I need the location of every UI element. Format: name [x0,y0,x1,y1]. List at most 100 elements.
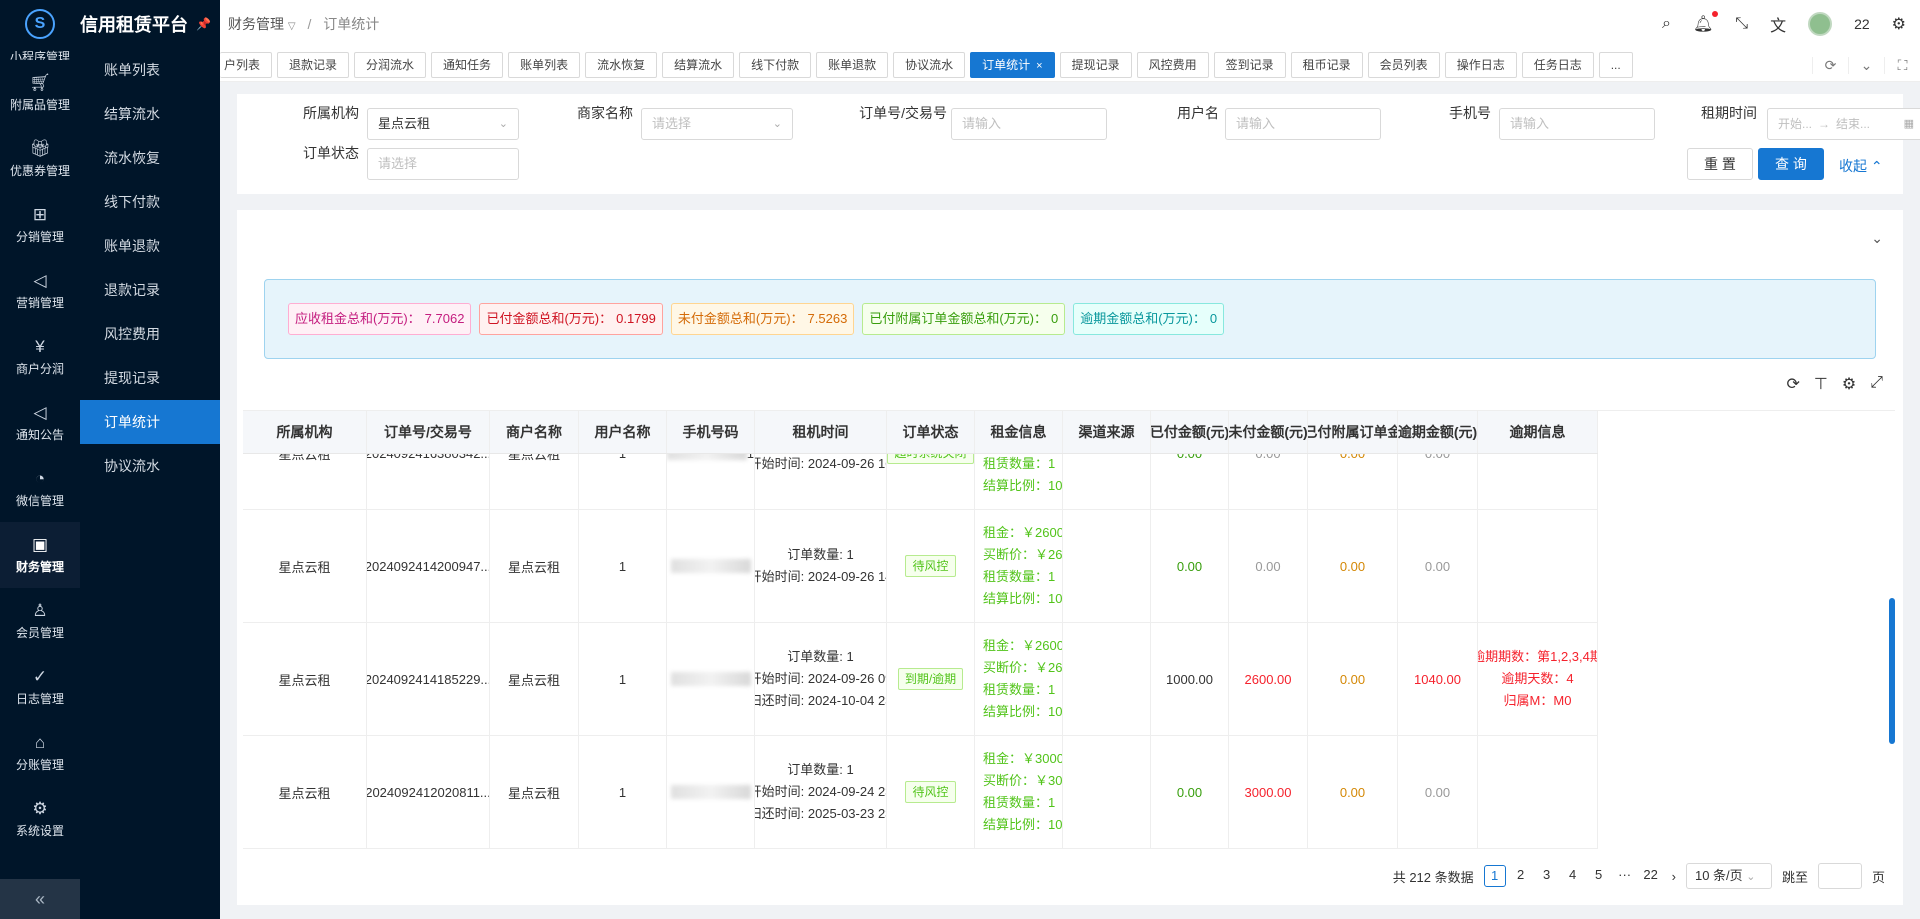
tab-item[interactable]: 线下付款 [739,51,812,78]
sidebar-item-2[interactable]: 🛒︎ 附属品管理 [0,60,80,126]
sidebar-item-1[interactable]: 小程序管理 [0,48,80,60]
tab-item[interactable]: 流水恢复 [585,51,658,78]
column-header[interactable]: 订单号/交易号 [367,411,490,453]
subnav-item[interactable]: 账单列表 [80,48,220,92]
column-header[interactable]: 逾期金额(元) [1398,411,1478,453]
sidebar-item-12[interactable]: ⌂ 分账管理 [0,720,80,786]
subnav-item[interactable]: 退款记录 [80,268,220,312]
column-header[interactable]: 订单状态 [887,411,975,453]
tab-item[interactable]: 分润流水 [354,51,427,78]
pin-icon[interactable]: 📌 [196,17,211,31]
collapse-filters-link[interactable]: 收起 ⌃ [1839,156,1883,176]
logo-icon: S [25,9,55,39]
next-page-button[interactable]: › [1672,869,1676,884]
sidebar-item-3[interactable]: 🎁︎ 优惠券管理 [0,126,80,192]
fullscreen-icon[interactable]: ⤡ [1735,15,1748,33]
subnav-item[interactable]: 订单统计 [80,400,220,444]
page-number[interactable]: 4 [1562,865,1584,887]
tab-item[interactable]: 账单退款 [816,51,889,78]
tab-item[interactable]: 退款记录 [277,51,350,78]
page-number[interactable]: 2 [1510,865,1532,887]
subnav-item[interactable]: 提现记录 [80,356,220,400]
status-select[interactable]: 请选择 [367,148,519,180]
sidebar-item-9[interactable]: ▣ 财务管理 [0,522,80,588]
reset-button[interactable]: 重 置 [1687,148,1753,180]
tab-item[interactable]: 通知任务 [431,51,504,78]
jump-input[interactable] [1817,863,1862,889]
tab-item[interactable]: 协议流水 [893,51,966,78]
tab-item[interactable]: 提现记录 [1059,51,1132,78]
breadcrumb-parent[interactable]: 财务管理 [228,16,284,32]
column-settings-icon[interactable]: ⚙ [1842,374,1856,394]
sidebar-item-13[interactable]: ⚙ 系统设置 [0,786,80,852]
tab-maximize-icon[interactable]: ⛶ [1884,56,1920,74]
sidebar-item-4[interactable]: ⊞ 分销管理 [0,192,80,258]
refresh-icon[interactable]: ⟳ [1787,374,1800,394]
sidebar-item-7[interactable]: ◁ 通知公告 [0,390,80,456]
subnav-item[interactable]: 协议流水 [80,444,220,488]
phone-input[interactable]: 请输入 [1499,108,1655,140]
column-header[interactable]: 所属机构 [243,411,367,453]
close-icon[interactable]: × [1036,60,1042,72]
page-number[interactable]: 1 [1483,865,1506,887]
avatar[interactable] [1808,12,1833,36]
tab-item[interactable]: 租币记录 [1290,51,1363,78]
sidebar-item-6[interactable]: ¥ 商户分润 [0,324,80,390]
translate-icon[interactable]: 文 [1770,12,1786,36]
subnav-item[interactable]: 线下付款 [80,180,220,224]
tab-item[interactable]: ... [1598,51,1633,78]
tab-item[interactable]: 订单统计 × [970,51,1055,78]
tab-item[interactable]: 任务日志 [1521,51,1594,78]
sidebar-item-11[interactable]: ✓ 日志管理 [0,654,80,720]
subnav-item[interactable]: 流水恢复 [80,136,220,180]
sidebar-item-8[interactable]: ◔ 微信管理 [0,456,80,522]
page-number[interactable]: 3 [1536,865,1558,887]
sidebar-collapse-button[interactable]: « [0,879,80,919]
column-header[interactable]: 已付附属订单金 [1308,411,1398,453]
search-icon[interactable]: ⌕ [1662,15,1671,33]
merchant-select[interactable]: 请选择 ⌄ [641,108,793,140]
query-button[interactable]: 查 询 [1758,148,1824,180]
column-header[interactable]: 租金信息 [975,411,1063,453]
tab-item[interactable]: 操作日志 [1444,51,1517,78]
order-input[interactable]: 请输入 [951,108,1107,140]
sidebar-item-5[interactable]: ◁ 营销管理 [0,258,80,324]
phone-tail: 1 [747,454,754,461]
period-range-picker[interactable]: 开始... → 结束... ▦ [1767,108,1920,140]
tab-item[interactable]: 风控费用 [1136,51,1209,78]
column-header[interactable]: 手机号码 [667,411,755,453]
refresh-tab-icon[interactable]: ⟳ [1812,56,1848,74]
tab-item[interactable]: 账单列表 [508,51,581,78]
tab-item[interactable]: 签到记录 [1213,51,1286,78]
fullscreen-table-icon[interactable]: ⤢ [1870,374,1883,394]
masked-phone [670,672,751,686]
subnav-item[interactable]: 结算流水 [80,92,220,136]
tab-item[interactable]: 会员列表 [1367,51,1440,78]
density-icon[interactable]: ⊤ [1814,374,1828,394]
cell-merchant: 星点云租 [490,510,579,622]
column-header[interactable]: 租机时间 [755,411,887,453]
column-header[interactable]: 已付金额(元) [1151,411,1229,453]
user-input[interactable]: 请输入 [1225,108,1381,140]
expand-chevron-icon[interactable]: ⌄ [1871,230,1883,247]
column-header[interactable]: 商户名称 [490,411,579,453]
rent-line: 租金：￥3000.0 [983,751,1062,766]
bell-icon[interactable]: 🔔︎ [1693,11,1719,34]
subnav-item[interactable]: 账单退款 [80,224,220,268]
column-header[interactable]: 渠道来源 [1063,411,1151,453]
vertical-scrollbar[interactable] [1889,598,1895,744]
tab-item[interactable]: 结算流水 [662,51,735,78]
tab-item[interactable]: 户列表 [220,51,273,78]
column-header[interactable]: 未付金额(元) [1229,411,1308,453]
page-number[interactable]: 22 [1640,865,1662,887]
settings-gear-icon[interactable]: ⚙ [1892,14,1906,34]
column-header[interactable]: 用户名称 [579,411,667,453]
page-size-select[interactable]: 10 条/页 ⌄ [1685,863,1772,889]
sidebar-item-10[interactable]: ♙ 会员管理 [0,588,80,654]
column-header[interactable]: 逾期信息 [1478,411,1598,453]
tab-dropdown-icon[interactable]: ⌄ [1848,56,1884,74]
org-select[interactable]: 星点云租 ⌄ [367,108,519,140]
subnav-item[interactable]: 风控费用 [80,312,220,356]
summary-tag: 未付金额总和(万元)： 7.5263 [670,303,855,335]
page-number[interactable]: 5 [1588,865,1610,887]
